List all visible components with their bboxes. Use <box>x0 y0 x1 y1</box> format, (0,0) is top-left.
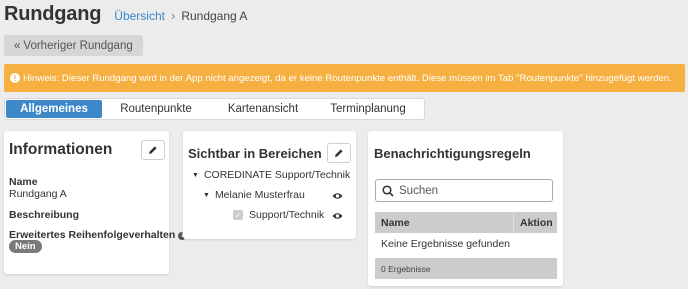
pencil-icon <box>335 149 343 157</box>
tab-map-view[interactable]: Kartenansicht <box>210 100 316 118</box>
name-label: Name <box>9 176 38 188</box>
previous-tour-button[interactable]: « Vorheriger Rundgang <box>4 35 143 56</box>
eye-icon[interactable] <box>332 212 343 220</box>
edit-information-button[interactable] <box>141 140 165 160</box>
search-input[interactable] <box>399 184 539 197</box>
search-field[interactable] <box>375 179 553 202</box>
column-name[interactable]: Name <box>375 212 513 233</box>
notification-rules-card: Benachrichtigungsregeln Name Aktion Kein… <box>368 131 563 286</box>
exclamation-icon: ! <box>10 73 20 83</box>
tree-item-support[interactable]: ✓ Support/Technik <box>233 209 324 221</box>
breadcrumb-current: Rundgang A <box>181 9 248 23</box>
information-title: Informationen <box>9 141 113 158</box>
page-header: Rundgang Übersicht › Rundgang A <box>4 3 247 29</box>
alert-text: Hinweis: Dieser Rundgang wird in der App… <box>23 72 672 84</box>
tree-item-coredinate[interactable]: ▼ COREDINATE Support/Technik <box>192 169 350 181</box>
eye-icon[interactable] <box>332 192 343 200</box>
search-icon <box>382 184 394 197</box>
tree-item-label: Melanie Musterfrau <box>214 189 305 201</box>
name-value: Rundgang A <box>9 188 67 200</box>
column-action: Aktion <box>513 212 557 233</box>
tab-general[interactable]: Allgemeines <box>6 100 102 118</box>
caret-down-icon[interactable]: ▼ <box>192 172 199 179</box>
empty-results-text: Keine Ergebnisse gefunden <box>381 238 511 250</box>
tab-route-points[interactable]: Routenpunkte <box>102 100 210 118</box>
notification-rules-title: Benachrichtigungsregeln <box>374 146 531 161</box>
table-header: Name Aktion <box>375 212 557 233</box>
double-chevron-left-icon: « <box>14 39 21 52</box>
visible-areas-title: Sichtbar in Bereichen <box>188 146 322 161</box>
results-count: 0 Ergebnisse <box>375 258 557 279</box>
tree-item-label: COREDINATE Support/Technik <box>203 169 351 181</box>
checkbox-checked[interactable]: ✓ <box>233 210 243 220</box>
order-behavior-badge: Nein <box>9 240 42 253</box>
breadcrumb-separator: › <box>170 8 176 23</box>
page-title: Rundgang <box>4 3 102 25</box>
tab-bar: Allgemeines Routenpunkte Kartenansicht T… <box>4 98 425 120</box>
warning-alert: ! Hinweis: Dieser Rundgang wird in der A… <box>4 64 685 92</box>
visible-areas-card: Sichtbar in Bereichen ▼ COREDINATE Suppo… <box>183 131 356 239</box>
description-label: Beschreibung <box>9 209 80 221</box>
edit-areas-button[interactable] <box>327 143 351 163</box>
pencil-icon <box>149 146 157 154</box>
breadcrumb: Übersicht › Rundgang A <box>114 8 247 23</box>
previous-tour-label: Vorheriger Rundgang <box>23 39 133 52</box>
breadcrumb-overview-link[interactable]: Übersicht <box>114 9 165 23</box>
tab-scheduling[interactable]: Terminplanung <box>316 100 420 118</box>
information-card: Informationen Name Rundgang A Beschreibu… <box>4 131 187 274</box>
tree-item-label: Support/Technik <box>249 209 325 221</box>
caret-down-icon[interactable]: ▼ <box>203 192 210 199</box>
